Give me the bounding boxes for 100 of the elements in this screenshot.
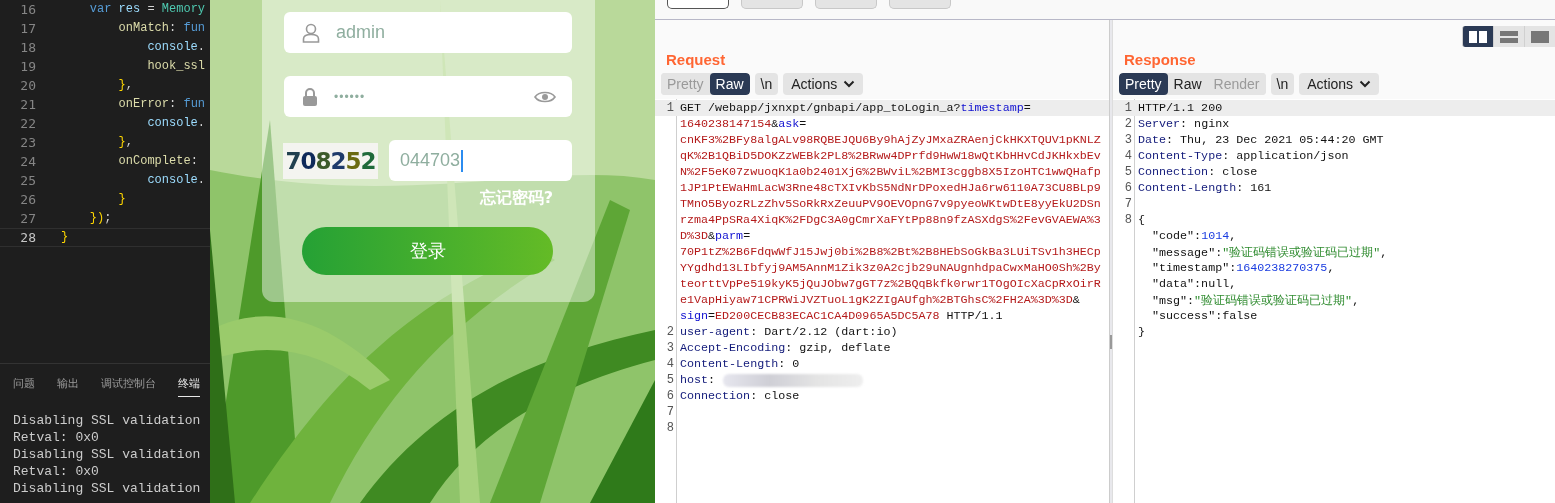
code-line: D%3D&parm= — [679, 229, 751, 243]
code-line: teorttVpPe519kyK5jQuJObw7gGT7z%2BQqBkfk0rwr1TOgOIcXaCpRxOirR — [679, 277, 1101, 291]
panel-tab[interactable]: 输出 — [57, 369, 79, 397]
layout-button[interactable] — [1462, 26, 1493, 47]
code-line: "success":false — [1151, 309, 1258, 323]
line-number: 7 — [665, 405, 675, 419]
code-line: var res = Memory — [88, 1, 206, 18]
line-number: 22 — [19, 115, 36, 133]
panel-tab[interactable]: 问题 — [13, 369, 35, 397]
newline-toggle-button[interactable]: \n — [754, 73, 779, 95]
line-number: 21 — [19, 96, 36, 114]
code-line: HTTP/1.1 200 — [1137, 101, 1223, 115]
line-number: 28 — [19, 229, 36, 247]
code-line: onComplete: — [117, 153, 198, 170]
line-number: 2 — [665, 325, 675, 339]
code-line: "msg":"验证码错误或验证码已过期", — [1151, 292, 1360, 308]
view-tab[interactable]: Raw — [709, 73, 750, 95]
line-number: 5 — [665, 373, 675, 387]
code-line: user-agent: Dart/2.12 (dart:io) — [679, 325, 898, 339]
code-line: Date: Thu, 23 Dec 2021 05:44:20 GMT — [1137, 133, 1384, 147]
line-number: 3 — [1123, 133, 1133, 147]
code-line: e1VapHiyaw71CPRWiJVZTuoL1gK2ZIgAUfgh%2BTGhsC%2FH2A%3D%3D& — [679, 293, 1080, 307]
terminal-line: Retval: 0x0 — [13, 429, 100, 446]
code-line: console. — [146, 115, 206, 132]
code-line: }, — [117, 134, 133, 151]
code-line: "timestamp":1640238270375, — [1151, 261, 1335, 275]
line-number: 27 — [19, 210, 36, 228]
line-number: 19 — [19, 58, 36, 76]
line-number: 6 — [1123, 181, 1133, 195]
splitter-handle[interactable] — [1110, 334, 1112, 349]
code-line: N%2F5eK07zwuoqK1a0b2401XjG%2BWviL%2BMI3cggb8X5IzoHTC1wwQHafp — [679, 165, 1101, 179]
code-line: Content-Type: application/json — [1137, 149, 1349, 163]
code-line: "data":null, — [1151, 277, 1237, 291]
code-line: onError: fun — [117, 96, 206, 113]
captcha-image: 708252 — [283, 142, 378, 179]
chevron-down-icon — [1359, 80, 1372, 88]
pane-title: Response — [1124, 51, 1196, 70]
code-line: TMnO5ByozRLzZhv5SoRkRxZeuuPV9OEVOpnG7v9pyeoWKtwDtE8yyEkU2DSn — [679, 197, 1101, 211]
code-line: Server: nginx — [1137, 117, 1230, 131]
line-number: 7 — [1123, 197, 1133, 211]
code-line: console. — [146, 172, 206, 189]
code-line: }, — [117, 77, 133, 94]
newline-toggle-button[interactable]: \n — [1270, 73, 1295, 95]
code-line: Content-Length: 161 — [1137, 181, 1272, 195]
terminal-line: Disabling SSL validation — [13, 480, 202, 497]
chevron-down-icon — [843, 80, 856, 88]
line-number: 18 — [19, 39, 36, 57]
toolbar-button[interactable] — [667, 0, 729, 9]
line-number: 4 — [665, 357, 675, 371]
code-line: GET /webapp/jxnxpt/gnbapi/app_toLogin_a?timestamp= — [679, 101, 1031, 115]
line-number: 16 — [19, 1, 36, 19]
code-line: onMatch: fun — [117, 20, 206, 37]
code-line: console. — [146, 39, 206, 56]
line-number: 2 — [1123, 117, 1133, 131]
view-tab[interactable]: Pretty — [1119, 73, 1168, 95]
line-number: 25 — [19, 172, 36, 190]
code-line: 70P1tZ%2B6FdqwWfJ15Jwj0bi%2B8%2Bt%2B8HEbSoGkBa3LUiTSv1h3HECp — [679, 245, 1101, 259]
panel-tab[interactable]: 终端 — [178, 369, 200, 397]
code-line: "message":"验证码错误或验证码已过期", — [1151, 244, 1388, 260]
rows-icon — [1500, 30, 1518, 43]
terminal-line: Disabling SSL validation — [13, 412, 202, 429]
user-icon — [302, 22, 320, 43]
code-line: 1JP1PtEWaHmLacW3Rne48cTXIvKbS5NdNrDPoxedHJa6rw6110A73CU8BLp9 — [679, 181, 1101, 195]
line-number: 26 — [19, 191, 36, 209]
code-line: "code":1014, — [1151, 229, 1237, 243]
code-line: qK%2B1QBiD5DOKZzWEBk2PL8%2BRww4DPrfd9HwW18wQtKbHHvCdJKHkxbEv — [679, 149, 1101, 163]
code-line: } — [1137, 325, 1145, 339]
line-number: 8 — [665, 421, 675, 435]
panel-tab[interactable]: 调试控制台 — [101, 369, 156, 397]
actions-button[interactable]: Actions — [783, 73, 864, 95]
code-line: rzma4PpSRa4XiqK%2FDgC3A0gCmrXaFYtPp88n9fzASXdgS%2FevGVAEWA%3 — [679, 213, 1101, 227]
square-icon — [1531, 30, 1549, 43]
line-number: 8 — [1123, 213, 1133, 227]
code-line: YYgdhd13LIbfyj9AM5AnnM1Zik3z0A2cjb29uNAUgnhdpaCwxMaHO0Sh%2By — [679, 261, 1101, 275]
code-line: cnKF3%2BFy8algALv98RQBEJQU6By9hAjZyJMxaZRAenjCkHKXTQUV1pKNLZ — [679, 133, 1101, 147]
terminal-line: Retval: 0x0 — [13, 463, 100, 480]
line-number: 24 — [19, 153, 36, 171]
line-number: 6 — [665, 389, 675, 403]
code-line: hook_ssl — [146, 58, 206, 75]
code-line: Connection: close — [679, 389, 800, 403]
lock-icon — [302, 86, 318, 107]
code-line: } — [61, 229, 69, 246]
code-line: host: — [679, 373, 716, 387]
code-line: { — [1137, 213, 1145, 227]
code-line: } — [117, 191, 126, 208]
line-number: 23 — [19, 134, 36, 152]
code-line: Content-Length: 0 — [679, 357, 800, 371]
columns-icon — [1469, 30, 1487, 43]
code-line: }); — [88, 210, 112, 227]
line-number: 1 — [665, 101, 675, 115]
code-line: Accept-Encoding: gzip, deflate — [679, 341, 891, 355]
eye-icon — [534, 89, 556, 104]
terminal-line: Disabling SSL validation — [13, 446, 202, 463]
pane-title: Request — [666, 51, 726, 70]
line-number: 20 — [19, 77, 36, 95]
line-number: 5 — [1123, 165, 1133, 179]
code-line: sign=ED200CECB83ECAC1CA4D0965A5DC5A78 HTTP/1.1 — [679, 309, 1003, 323]
line-number: 3 — [665, 341, 675, 355]
actions-button[interactable]: Actions — [1299, 73, 1380, 95]
code-line: Connection: close — [1137, 165, 1258, 179]
